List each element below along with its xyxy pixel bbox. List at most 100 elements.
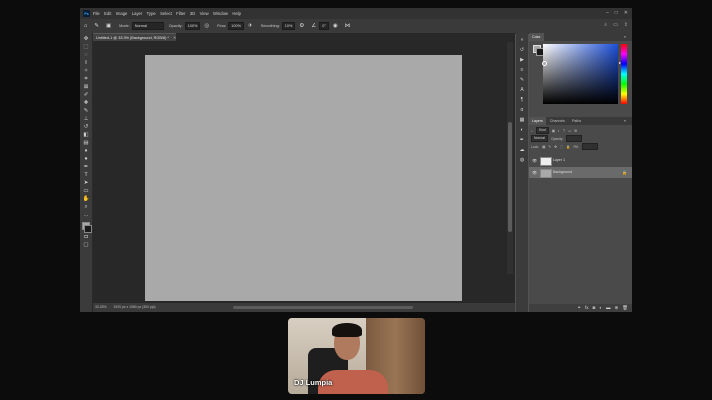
pressure-opacity-icon[interactable]: ◎ [204,23,209,29]
search-icon[interactable]: ⌕ [604,22,607,28]
eyedropper-tool-icon[interactable]: ✐ [82,92,90,98]
color-field[interactable] [542,44,618,104]
menu-select[interactable]: Select [160,11,172,16]
layer-row-background[interactable]: 👁 Background 🔒 [529,167,632,178]
share-icon[interactable]: ⇪ [624,22,628,28]
new-layer-icon[interactable]: ⊕ [615,304,619,312]
vertical-scrollbar[interactable] [507,42,513,274]
opacity-field[interactable]: 100% [184,22,201,30]
more-tools-icon[interactable]: … [82,212,90,218]
brush-settings-icon[interactable]: ▣ [106,23,111,29]
lock-all-icon[interactable]: 🔒 [566,145,570,149]
angle-field[interactable]: 0° [319,22,329,30]
styles-panel-icon[interactable]: ◍ [518,157,526,163]
marquee-tool-icon[interactable]: ◌ [82,52,90,58]
lock-position-icon[interactable]: ✥ [554,145,557,149]
menu-filter[interactable]: Filter [176,11,185,16]
move-tool-icon[interactable]: ✥ [82,36,90,42]
blur-tool-icon[interactable]: ♦ [82,148,90,154]
layer-opacity-field[interactable] [566,135,583,142]
brush-tool-icon[interactable]: ✎ [82,108,90,114]
rectangle-tool-icon[interactable]: ▭ [82,188,90,194]
workspace-icon[interactable]: ▭ [613,22,618,28]
artboard-tool-icon[interactable]: ⬚ [82,44,90,50]
visibility-eye-icon[interactable]: 👁 [532,167,537,178]
pressure-size-icon[interactable]: ◉ [333,23,338,29]
smoothing-settings-icon[interactable]: ⚙ [299,23,304,29]
tab-paths[interactable]: Paths [569,117,584,125]
type-tool-icon[interactable]: T [82,172,90,178]
actions-panel-icon[interactable]: ▶ [518,57,526,63]
properties-panel-icon[interactable]: ≡ [518,67,526,73]
horizontal-scroll-thumb[interactable] [233,306,413,309]
screen-mode-icon[interactable]: ▢ [82,242,90,248]
link-layers-icon[interactable]: ⚭ [577,304,581,312]
adjustments-panel-icon[interactable]: ◐ [518,127,526,133]
airbrush-icon[interactable]: ✈ [248,23,253,29]
zoom-tool-icon[interactable]: ⌕ [82,204,90,210]
layers-menu-icon[interactable]: ≡ [621,117,629,125]
paths-panel-icon[interactable]: ✒ [518,137,526,143]
menu-window[interactable]: Window [213,11,228,16]
menu-image[interactable]: Image [116,11,128,16]
color-picker-ring[interactable] [542,61,547,66]
lock-pixels-icon[interactable]: ✎ [548,145,551,149]
path-selection-tool-icon[interactable]: ➤ [82,180,90,186]
maximize-icon[interactable]: □ [615,10,618,16]
crop-tool-icon[interactable]: ⌗ [82,76,90,82]
hue-slider[interactable] [619,44,627,104]
add-mask-icon[interactable]: ◙ [593,304,596,312]
eraser-tool-icon[interactable]: ◧ [82,132,90,138]
menu-edit[interactable]: Edit [104,11,111,16]
history-panel-icon[interactable]: ↺ [518,47,526,53]
tab-color[interactable]: Color [529,33,544,41]
kind-filter-dropdown[interactable]: Kind [535,127,549,134]
dodge-tool-icon[interactable]: ● [82,156,90,162]
quick-mask-icon[interactable]: ◘ [82,234,90,240]
layer-row[interactable]: 👁 Layer 1 [529,155,632,166]
hue-slider-marker[interactable] [619,62,621,64]
tab-layers[interactable]: Layers [529,117,546,125]
document-canvas[interactable] [145,55,462,301]
brushes-panel-icon[interactable]: ✎ [518,77,526,83]
lock-artboard-icon[interactable]: ⬚ [560,145,563,149]
minimize-icon[interactable]: – [606,10,609,16]
vertical-scroll-thumb[interactable] [508,122,512,232]
gradient-tool-icon[interactable]: ▤ [82,140,90,146]
collapse-panels-icon[interactable]: « [518,37,526,43]
lock-transparency-icon[interactable]: ▦ [542,145,545,149]
pen-tool-icon[interactable]: ✒ [82,164,90,170]
clone-stamp-tool-icon[interactable]: ⊥ [82,116,90,122]
close-tab-icon[interactable]: ✕ [173,36,176,40]
paragraph-panel-icon[interactable]: ¶ [518,97,526,103]
close-icon[interactable]: ✕ [624,10,628,16]
smoothing-field[interactable]: 10% [281,22,296,30]
delete-layer-icon[interactable]: 🗑 [622,304,628,312]
menu-3d[interactable]: 3D [190,11,195,16]
libraries-panel-icon[interactable]: ☁ [518,147,526,153]
history-brush-tool-icon[interactable]: ↺ [82,124,90,130]
layer-style-icon[interactable]: fx [585,304,589,312]
symmetry-icon[interactable]: ⋈ [345,23,351,29]
lasso-tool-icon[interactable]: ℓ [82,60,90,66]
frame-tool-icon[interactable]: ⊠ [82,84,90,90]
panel-menu-icon[interactable]: ≡ [621,33,629,41]
menu-layer[interactable]: Layer [132,11,142,16]
menu-view[interactable]: View [200,11,209,16]
brush-tool-preset-icon[interactable]: ✎ [94,23,99,29]
healing-brush-tool-icon[interactable]: ✚ [82,100,90,106]
hand-tool-icon[interactable]: ✋ [82,196,90,202]
adjustment-layer-icon[interactable]: ◐ [599,304,602,312]
home-icon[interactable]: ⌂ [84,23,87,29]
shape-filter-icon[interactable]: ▭ [568,129,571,133]
fill-field[interactable] [581,143,598,150]
smart-filter-icon[interactable]: ⊞ [574,129,577,133]
pixel-filter-icon[interactable]: ▣ [552,129,555,133]
background-color-swatch[interactable] [84,225,92,233]
menu-help[interactable]: Help [232,11,241,16]
menu-type[interactable]: Type [147,11,156,16]
swatches-panel-icon[interactable]: ▦ [518,117,526,123]
type-filter-icon[interactable]: T [563,129,565,133]
mode-dropdown[interactable]: Normal [131,22,164,30]
flow-field[interactable]: 100% [228,22,244,30]
